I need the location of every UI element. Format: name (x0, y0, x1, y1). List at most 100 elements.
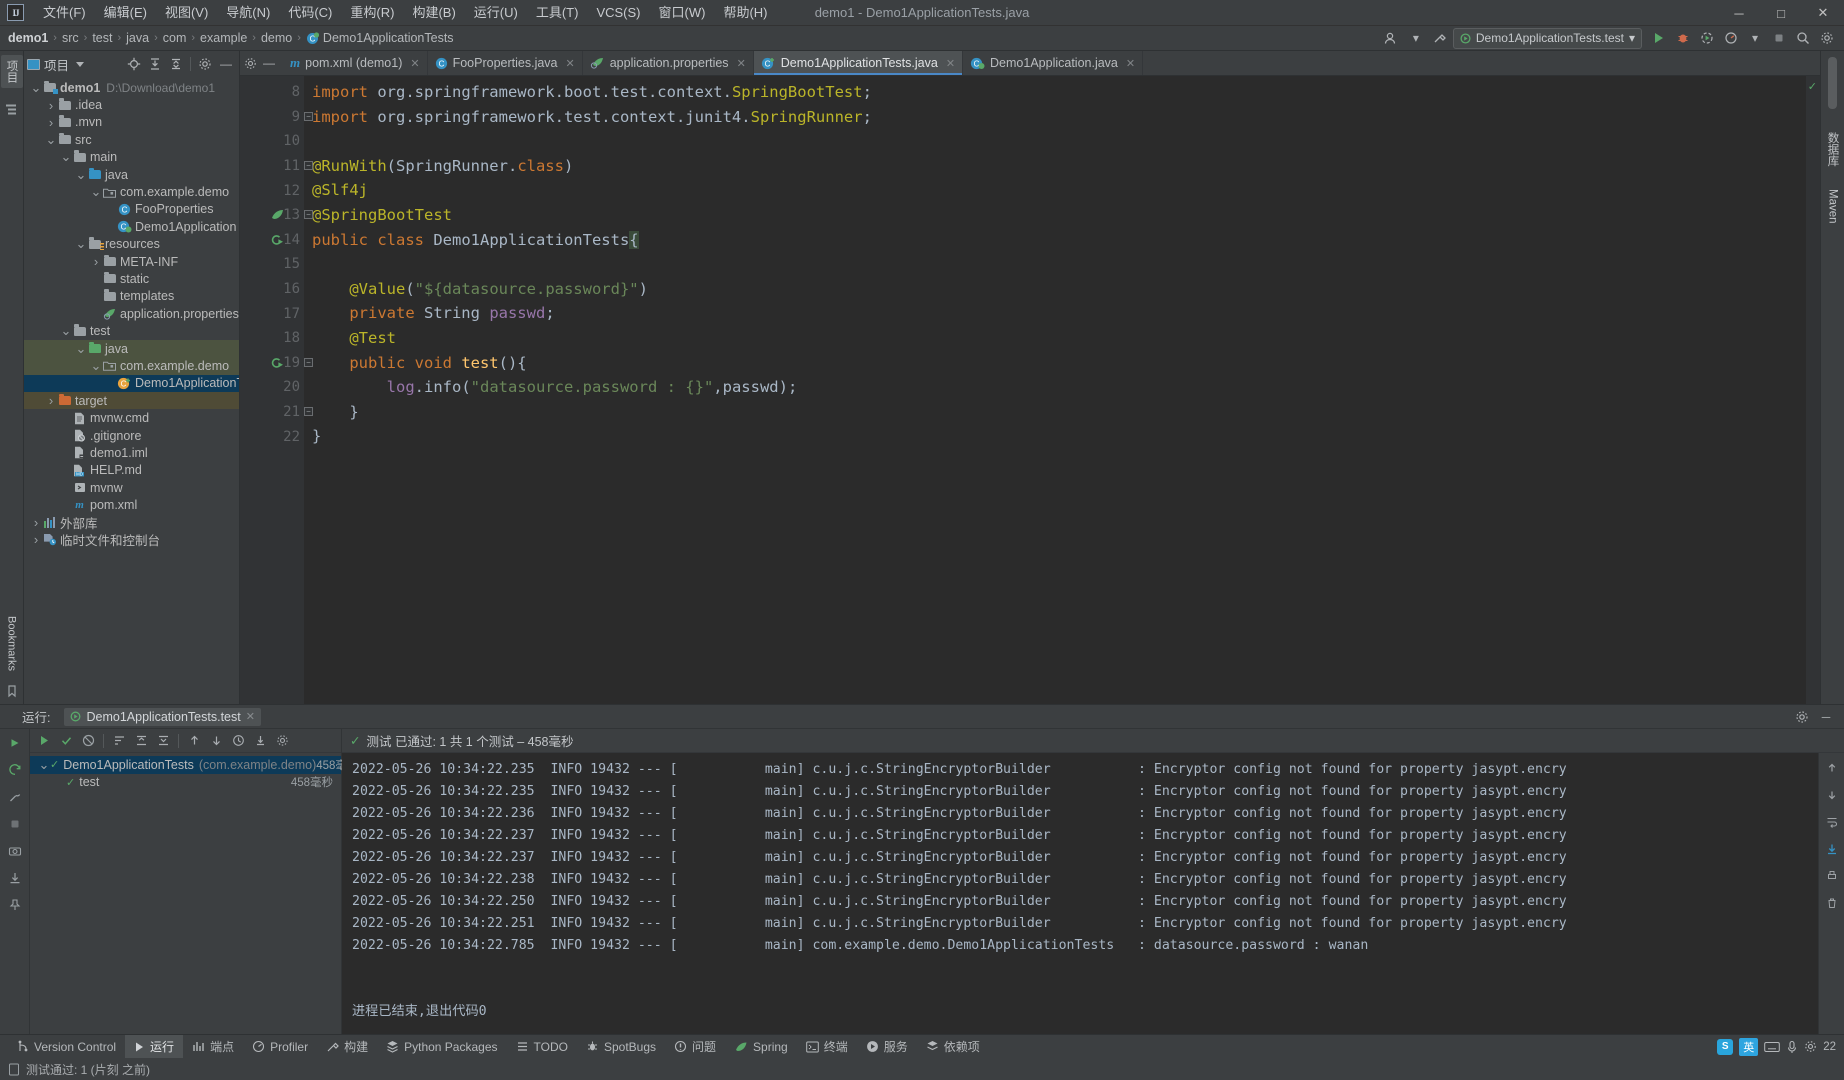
expand-icon[interactable] (153, 731, 173, 751)
breadcrumb-item-com[interactable]: com (163, 31, 187, 45)
code-line[interactable]: private String passwd; (304, 301, 1806, 326)
close-icon[interactable]: ✕ (246, 710, 255, 723)
gutter-line[interactable]: 22 (240, 424, 304, 449)
gutter-line[interactable]: 8 (240, 80, 304, 105)
project-tree-row[interactable]: ⌄ src (24, 131, 239, 148)
import-icon[interactable] (5, 868, 25, 888)
clear-all-icon[interactable] (1823, 894, 1841, 912)
project-tree-row[interactable]: › META-INF (24, 253, 239, 270)
menu-build[interactable]: 构建(B) (403, 0, 464, 26)
chevron-down-icon[interactable]: ⌄ (75, 168, 87, 181)
status-bar-item[interactable]: Profiler (243, 1035, 317, 1058)
status-bar-item[interactable]: 构建 (317, 1035, 377, 1058)
rerun-icon[interactable] (5, 733, 25, 753)
breadcrumb-item-demo[interactable]: demo (261, 31, 292, 45)
wrap-text-icon[interactable] (1823, 813, 1841, 831)
settings-icon[interactable] (1804, 1040, 1817, 1053)
breadcrumb-item-java[interactable]: java (126, 31, 149, 45)
editor-tab[interactable]: application.properties ✕ (583, 51, 754, 75)
pin-icon[interactable] (5, 895, 25, 915)
breadcrumb-item-example[interactable]: example (200, 31, 247, 45)
rerun-failed-tests-icon[interactable] (5, 760, 25, 780)
project-tree-row[interactable]: static (24, 270, 239, 287)
gear-icon[interactable] (1792, 707, 1812, 727)
gutter-line[interactable]: 21 (240, 400, 304, 425)
code-line[interactable]: import org.springframework.boot.test.con… (304, 80, 1806, 105)
stop-icon[interactable] (5, 814, 25, 834)
settings-icon[interactable] (272, 731, 292, 751)
chevron-down-icon[interactable]: ⌄ (90, 359, 102, 372)
project-tree-row[interactable]: › 外部库 (24, 514, 239, 531)
close-icon[interactable]: ✕ (410, 57, 419, 70)
menu-help[interactable]: 帮助(H) (714, 0, 776, 26)
hide-panel-icon[interactable]: ─ (1816, 707, 1836, 727)
ime-indicator[interactable]: 英 (1739, 1037, 1759, 1056)
chevron-down-icon[interactable]: ⌄ (60, 150, 72, 163)
code-line[interactable]: import org.springframework.test.context.… (304, 105, 1806, 130)
tool-tab-bookmarks[interactable]: Bookmarks (3, 611, 21, 676)
chevron-down-icon[interactable]: ▾ (1405, 28, 1427, 49)
collapse-all-icon[interactable] (166, 54, 186, 74)
chevron-down-icon[interactable] (76, 61, 85, 67)
code-line[interactable]: } (304, 400, 1806, 425)
status-bar-item[interactable]: 运行 (125, 1035, 184, 1058)
project-tree[interactable]: ⌄ demo1 D:\Download\demo1 › .idea › .mvn ⌄ src ⌄ m… (24, 77, 239, 704)
project-tree-row[interactable]: mvnw (24, 479, 239, 496)
test-tree-row[interactable]: ⌄ ✓ Demo1ApplicationTests (com.example.demo… (30, 756, 358, 774)
code-line[interactable]: @Test (304, 326, 1806, 351)
run-button[interactable] (1648, 28, 1670, 49)
code-line[interactable]: public class Demo1ApplicationTests{ (304, 228, 1806, 253)
next-failed-icon[interactable] (206, 731, 226, 751)
project-tree-row[interactable]: demo1.iml (24, 444, 239, 461)
status-bar-item[interactable]: Python Packages (377, 1035, 506, 1058)
scrollbar-thumb[interactable] (1828, 57, 1837, 109)
console-output[interactable]: 2022-05-26 10:34:22.235 INFO 19432 --- [… (342, 753, 1818, 1034)
menu-view[interactable]: 视图(V) (156, 0, 217, 26)
close-icon[interactable]: ✕ (737, 57, 746, 70)
gutter-line[interactable]: 16 (240, 277, 304, 302)
chevron-right-icon[interactable]: › (45, 98, 57, 113)
print-icon[interactable] (1823, 867, 1841, 885)
gutter-line[interactable]: 19 (240, 351, 304, 376)
wrench-icon[interactable] (5, 787, 25, 807)
chevron-down-icon[interactable]: ▾ (1629, 31, 1635, 45)
code-content[interactable]: import org.springframework.boot.test.con… (304, 76, 1806, 704)
chevron-right-icon[interactable]: › (30, 515, 42, 530)
run-configuration-selector[interactable]: Demo1ApplicationTests.test ▾ (1452, 27, 1642, 49)
project-tree-row[interactable]: .gitignore (24, 427, 239, 444)
code-fold-toggle[interactable]: − (304, 406, 313, 416)
search-icon[interactable] (1792, 28, 1814, 49)
run-test-gutter-icon[interactable] (270, 233, 284, 247)
hide-panel-icon[interactable]: — (216, 54, 236, 74)
menu-run[interactable]: 运行(U) (465, 0, 527, 26)
gutter-line[interactable]: 18 (240, 326, 304, 351)
project-tree-row[interactable]: C Demo1Application (24, 218, 239, 235)
gutter-line[interactable]: 13 (240, 203, 304, 228)
chevron-down-icon[interactable]: ⌄ (30, 81, 42, 94)
code-line[interactable] (304, 129, 1806, 154)
project-tree-row[interactable]: ⌄ com.example.demo (24, 183, 239, 200)
history-icon[interactable] (228, 731, 248, 751)
camera-icon[interactable] (5, 841, 25, 861)
scroll-down-icon[interactable] (1823, 786, 1841, 804)
menu-edit[interactable]: 编辑(E) (95, 0, 156, 26)
code-fold-toggle[interactable]: − (304, 357, 313, 367)
gutter-line[interactable]: 14 (240, 228, 304, 253)
close-button[interactable]: ✕ (1802, 0, 1844, 26)
code-line[interactable]: @SpringBootTest (304, 203, 1806, 228)
editor-tab[interactable]: C Demo1Application.java ✕ (963, 51, 1144, 75)
project-tree-row[interactable]: › .mvn (24, 114, 239, 131)
code-line[interactable]: @RunWith(SpringRunner.class) (304, 154, 1806, 179)
menu-vcs[interactable]: VCS(S) (587, 0, 649, 26)
chevron-down-icon[interactable]: ⌄ (75, 237, 87, 250)
project-tree-row[interactable]: ⌄ main (24, 149, 239, 166)
status-bar-item[interactable]: 端点 (183, 1035, 243, 1058)
breadcrumb-item-src[interactable]: src (62, 31, 79, 45)
status-bar-item[interactable]: TODO (507, 1035, 577, 1058)
code-line[interactable] (304, 252, 1806, 277)
code-line[interactable]: log.info("datasource.password : {}",pass… (304, 375, 1806, 400)
ignore-icon[interactable] (78, 731, 98, 751)
menu-refactor[interactable]: 重构(R) (341, 0, 403, 26)
project-tree-row[interactable]: ⌄ test (24, 322, 239, 339)
project-tree-row[interactable]: ⌄ resources (24, 236, 239, 253)
